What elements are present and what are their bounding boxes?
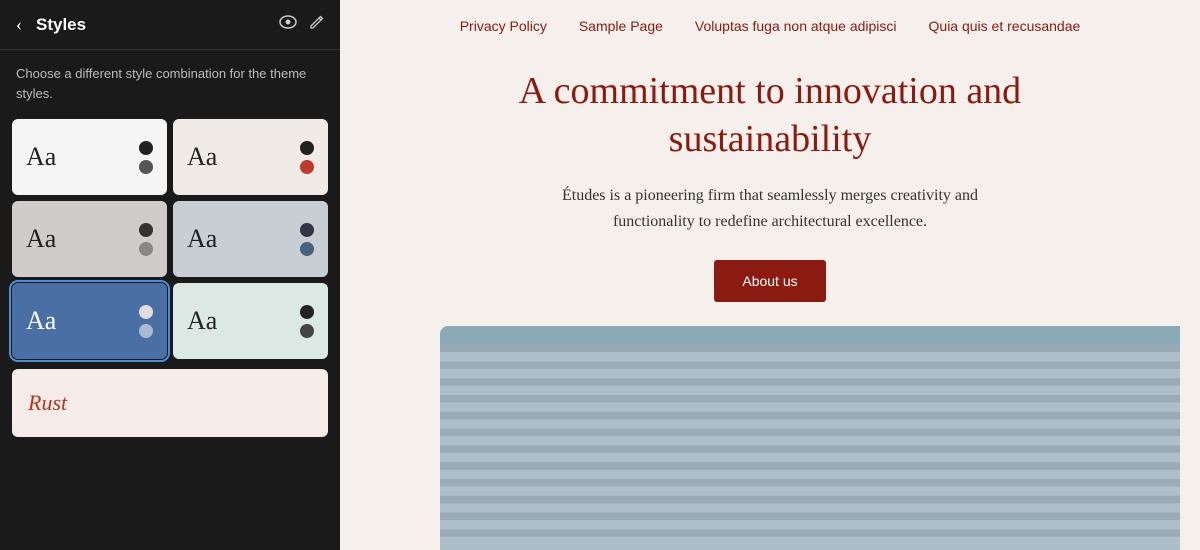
rust-label: Rust	[28, 390, 67, 416]
edit-icon[interactable]	[309, 15, 324, 35]
dot-bottom	[300, 324, 314, 338]
style-card-6[interactable]: Aa	[173, 283, 328, 359]
hero-title: A commitment to innovation and sustainab…	[470, 68, 1070, 163]
about-us-button[interactable]: About us	[714, 260, 825, 302]
dots	[300, 305, 314, 338]
dot-bottom	[139, 160, 153, 174]
main-content: Privacy Policy Sample Page Voluptas fuga…	[340, 0, 1200, 550]
panel-actions	[279, 15, 324, 35]
dot-top	[139, 141, 153, 155]
dots	[139, 305, 153, 338]
hero-subtitle: Études is a pioneering firm that seamles…	[520, 183, 1020, 234]
panel-title: Styles	[36, 15, 269, 35]
style-card-1[interactable]: Aa	[12, 119, 167, 195]
dot-bottom	[300, 160, 314, 174]
nav-quia[interactable]: Quia quis et recusandae	[929, 18, 1081, 34]
style-card-2[interactable]: Aa	[173, 119, 328, 195]
eye-icon[interactable]	[279, 15, 297, 34]
dot-bottom	[139, 324, 153, 338]
style-card-4[interactable]: Aa	[173, 201, 328, 277]
dots	[300, 223, 314, 256]
style-card-3[interactable]: Aa	[12, 201, 167, 277]
rust-style-card[interactable]: Rust	[12, 369, 328, 437]
nav-voluptas[interactable]: Voluptas fuga non atque adipisci	[695, 18, 897, 34]
panel-description: Choose a different style combination for…	[0, 50, 340, 115]
styles-grid: Aa Aa Aa Aa	[0, 115, 340, 367]
dot-top	[139, 305, 153, 319]
nav-privacy-policy[interactable]: Privacy Policy	[460, 18, 547, 34]
style-card-5[interactable]: Aa	[12, 283, 167, 359]
style-aa-label: Aa	[187, 144, 217, 170]
back-button[interactable]: ‹	[16, 14, 22, 35]
dots	[139, 141, 153, 174]
dot-top	[300, 141, 314, 155]
style-aa-label: Aa	[26, 144, 56, 170]
dots	[139, 223, 153, 256]
dot-top	[139, 223, 153, 237]
dot-bottom	[300, 242, 314, 256]
dot-bottom	[139, 242, 153, 256]
style-aa-label: Aa	[26, 308, 56, 334]
styles-panel: ‹ Styles Choose a different style combin…	[0, 0, 340, 550]
navigation: Privacy Policy Sample Page Voluptas fuga…	[340, 0, 1200, 48]
dots	[300, 141, 314, 174]
style-aa-label: Aa	[187, 226, 217, 252]
dot-top	[300, 223, 314, 237]
building-image	[440, 326, 1180, 550]
style-aa-label: Aa	[187, 308, 217, 334]
nav-sample-page[interactable]: Sample Page	[579, 18, 663, 34]
style-aa-label: Aa	[26, 226, 56, 252]
dot-top	[300, 305, 314, 319]
panel-header: ‹ Styles	[0, 0, 340, 50]
hero-section: A commitment to innovation and sustainab…	[340, 48, 1200, 550]
